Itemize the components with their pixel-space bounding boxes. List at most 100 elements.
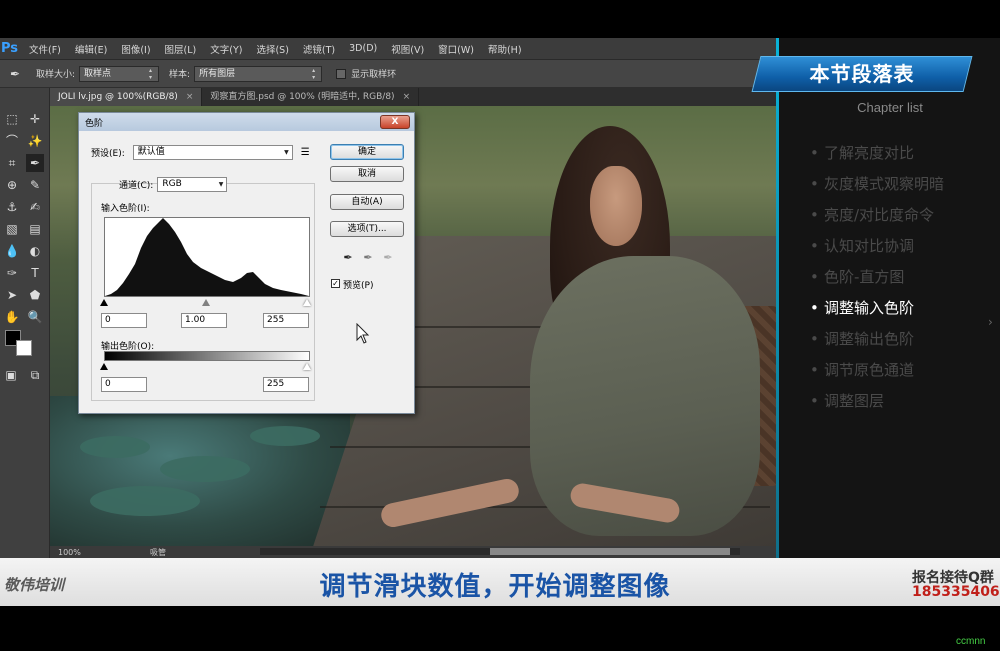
shape-tool-icon[interactable]: ⬟ xyxy=(26,286,44,304)
input-levels-label: 输入色阶(I): xyxy=(101,204,150,214)
mouse-cursor-icon xyxy=(356,323,370,344)
screen-mode-icon[interactable]: ⧉ xyxy=(26,366,44,384)
dialog-title: 色阶 xyxy=(79,113,414,131)
move-tool-icon[interactable]: ✛ xyxy=(26,110,44,128)
menu-image[interactable]: 图像(I) xyxy=(114,42,157,56)
crop-tool-icon[interactable]: ⌗ xyxy=(3,154,21,172)
menu-bar: Ps 文件(F) 编辑(E) 图像(I) 图层(L) 文字(Y) 选择(S) 滤… xyxy=(0,38,776,60)
stamp-tool-icon[interactable]: ⚓ xyxy=(3,198,21,216)
cancel-button[interactable]: 取消 xyxy=(330,166,404,182)
menu-type[interactable]: 文字(Y) xyxy=(203,42,249,56)
black-eyedropper-icon[interactable]: ✒ xyxy=(341,251,355,265)
pen-tool-icon[interactable]: ✑ xyxy=(3,264,21,282)
zoom-level[interactable]: 100% xyxy=(50,548,90,557)
menu-file[interactable]: 文件(F) xyxy=(22,42,68,56)
close-icon[interactable]: × xyxy=(186,92,194,102)
chapter-item-label: 色阶-直方图 xyxy=(824,268,905,286)
horizontal-scrollbar[interactable] xyxy=(260,548,740,555)
eyedropper-icon[interactable]: ✒ xyxy=(10,66,26,82)
path-select-icon[interactable]: ➤ xyxy=(3,286,21,304)
ps-logo: Ps xyxy=(1,40,19,56)
show-ring-checkbox[interactable] xyxy=(336,68,347,79)
options-button[interactable]: 选项(T)... xyxy=(330,221,404,237)
preview-checkbox[interactable]: ✓ xyxy=(331,279,340,288)
background-color-swatch[interactable] xyxy=(16,340,32,356)
lily-pad xyxy=(160,456,250,482)
type-tool-icon[interactable]: T xyxy=(26,264,44,282)
healing-brush-icon[interactable]: ⊕ xyxy=(3,176,21,194)
sample-size-select[interactable]: 取样点 xyxy=(79,65,160,82)
chapter-item-label: 调整输出色阶 xyxy=(824,330,915,348)
brush-tool-icon[interactable]: ✎ xyxy=(26,176,44,194)
chapter-item[interactable]: • 调整输出色阶 xyxy=(810,328,914,349)
chapter-item[interactable]: • 了解亮度对比 xyxy=(810,142,914,163)
status-bar: 100% 吸管 xyxy=(50,546,776,558)
input-black-field[interactable]: 0 xyxy=(101,313,147,328)
blur-tool-icon[interactable]: 💧 xyxy=(3,242,21,260)
video-bottom-letterbox xyxy=(0,606,1000,651)
menu-edit[interactable]: 编辑(E) xyxy=(68,42,114,56)
gradient-tool-icon[interactable]: ▤ xyxy=(26,220,44,238)
output-white-slider[interactable] xyxy=(303,363,311,370)
chapter-subtitle: Chapter list xyxy=(857,100,923,115)
preset-menu-icon[interactable]: ☰ xyxy=(301,147,310,158)
chapter-item-label: 调节原色通道 xyxy=(824,361,915,379)
input-white-slider[interactable] xyxy=(303,299,311,306)
brand-logo: 敬伟培训 xyxy=(4,576,65,594)
chevron-right-icon[interactable]: › xyxy=(988,315,993,329)
chapter-item[interactable]: • 调整图层 xyxy=(810,390,884,411)
preset-select[interactable]: 默认值 xyxy=(132,145,293,160)
history-brush-icon[interactable]: ✍ xyxy=(26,198,44,216)
output-black-slider[interactable] xyxy=(100,363,108,370)
chapter-item[interactable]: • 亮度/对比度命令 xyxy=(810,204,934,225)
close-icon[interactable]: × xyxy=(403,92,411,102)
options-bar: ✒ 取样大小: 取样点 样本: 所有图层 显示取样环 xyxy=(0,60,776,88)
chapter-item[interactable]: • 色阶-直方图 xyxy=(810,266,904,287)
chapter-item[interactable]: • 灰度模式观察明暗 xyxy=(810,173,944,194)
tab-histogram-psd[interactable]: 观察直方图.psd @ 100% (明暗适中, RGB/8) × xyxy=(202,88,420,106)
menu-layer[interactable]: 图层(L) xyxy=(158,42,204,56)
lasso-tool-icon[interactable]: ⌒ xyxy=(3,132,21,150)
status-info: 吸管 xyxy=(150,547,166,557)
white-eyedropper-icon[interactable]: ✒ xyxy=(381,251,395,265)
chapter-item-active[interactable]: • 调整输入色阶 xyxy=(810,297,914,318)
contact-line-2: 185335406 xyxy=(912,584,1000,600)
input-gamma-slider[interactable] xyxy=(202,299,210,306)
eyedropper-tool-icon[interactable]: ✒ xyxy=(26,154,44,172)
menu-window[interactable]: 窗口(W) xyxy=(431,42,481,56)
hand-tool-icon[interactable]: ✋ xyxy=(3,308,21,326)
quick-mask-icon[interactable]: ▣ xyxy=(2,366,20,384)
scrollbar-thumb[interactable] xyxy=(490,548,730,555)
close-button[interactable]: X xyxy=(380,115,410,129)
lily-pad xyxy=(250,426,320,446)
input-white-field[interactable]: 255 xyxy=(263,313,309,328)
show-ring-label: 显示取样环 xyxy=(351,70,397,80)
sample-size-label: 取样大小: xyxy=(36,70,76,80)
output-black-field[interactable]: 0 xyxy=(101,377,147,392)
input-black-slider[interactable] xyxy=(100,299,108,306)
sample-select[interactable]: 所有图层 xyxy=(194,65,323,82)
lily-pad xyxy=(90,486,200,516)
menu-view[interactable]: 视图(V) xyxy=(384,42,431,56)
menu-filter[interactable]: 滤镜(T) xyxy=(296,42,342,56)
marquee-tool-icon[interactable]: ⬚ xyxy=(3,110,21,128)
input-gamma-field[interactable]: 1.00 xyxy=(181,313,227,328)
channel-row: 通道(C): RGB xyxy=(119,177,228,192)
preset-label: 预设(E): xyxy=(91,149,125,159)
zoom-tool-icon[interactable]: 🔍 xyxy=(26,308,44,326)
chapter-item[interactable]: • 认知对比协调 xyxy=(810,235,914,256)
eraser-tool-icon[interactable]: ▧ xyxy=(3,220,21,238)
menu-help[interactable]: 帮助(H) xyxy=(481,42,529,56)
tab-joli[interactable]: JOLI lv.jpg @ 100%(RGB/8) × xyxy=(50,88,203,106)
gray-eyedropper-icon[interactable]: ✒ xyxy=(361,251,375,265)
lily-pad xyxy=(80,436,150,458)
menu-3d[interactable]: 3D(D) xyxy=(342,43,384,54)
dodge-tool-icon[interactable]: ◐ xyxy=(26,242,44,260)
magic-wand-icon[interactable]: ✨ xyxy=(26,132,44,150)
menu-select[interactable]: 选择(S) xyxy=(249,42,295,56)
channel-select[interactable]: RGB xyxy=(157,177,228,192)
ok-button[interactable]: 确定 xyxy=(330,144,404,160)
auto-button[interactable]: 自动(A) xyxy=(330,194,404,210)
chapter-item[interactable]: • 调节原色通道 xyxy=(810,359,914,380)
output-white-field[interactable]: 255 xyxy=(263,377,309,392)
